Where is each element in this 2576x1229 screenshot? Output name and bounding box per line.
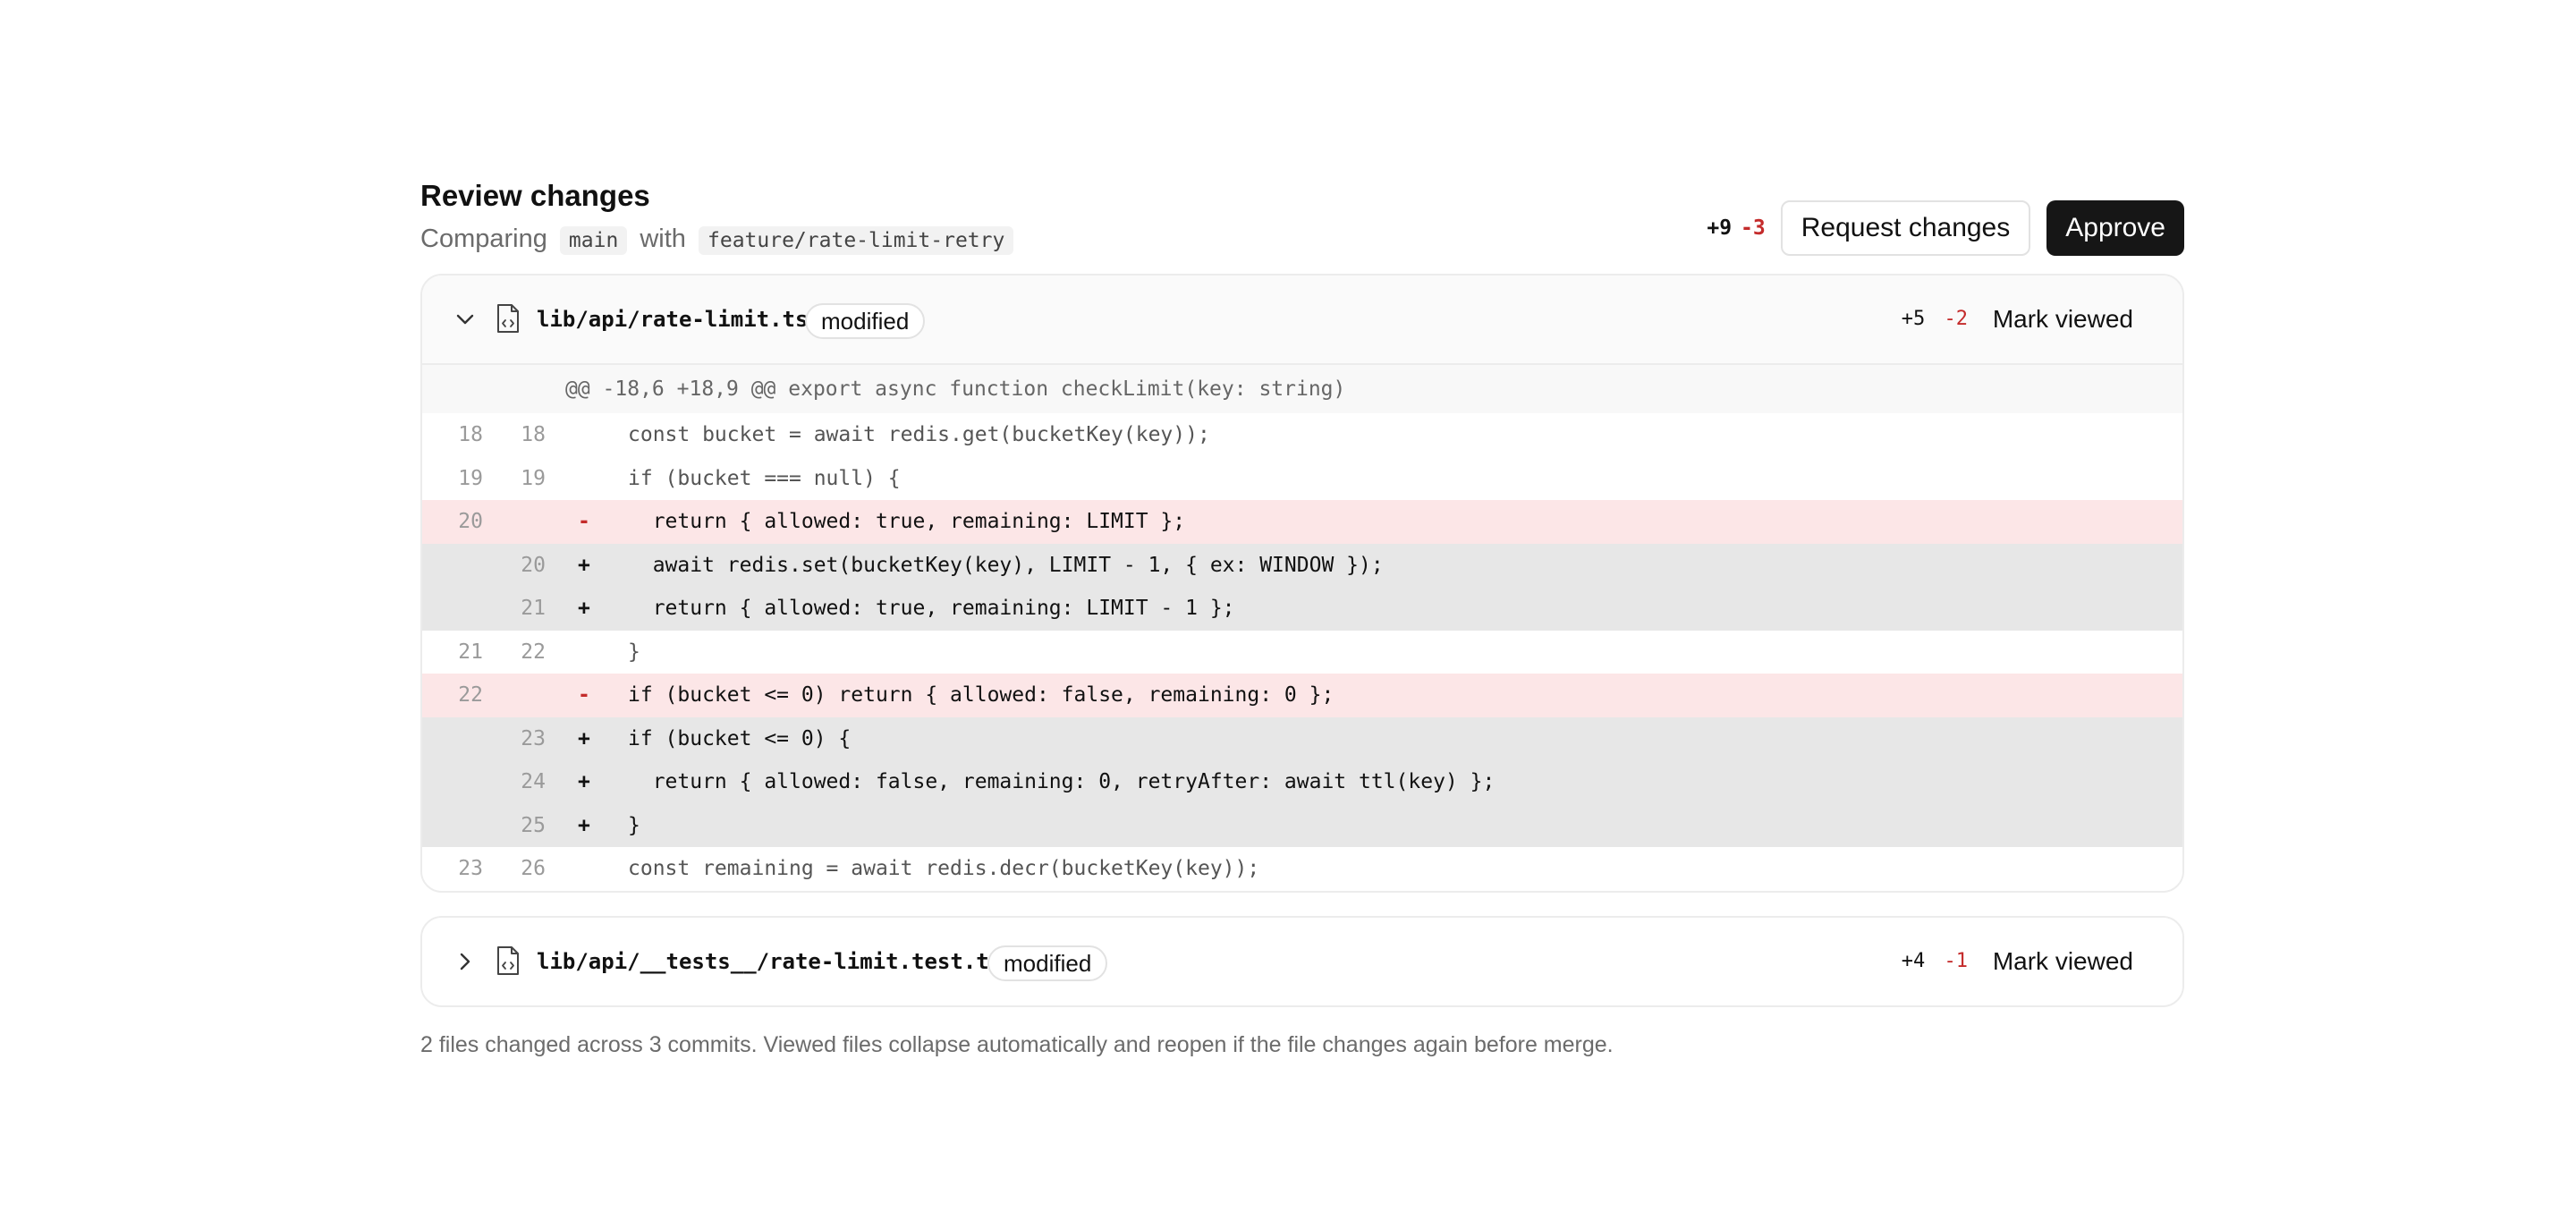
approve-button[interactable]: Approve — [2046, 200, 2184, 256]
new-line-number: 22 — [521, 640, 546, 664]
code-line: if (bucket <= 0) return { allowed: false… — [628, 683, 1335, 707]
file-deletions: -2 — [1944, 308, 1969, 330]
review-footer-note: 2 files changed across 3 commits. Viewed… — [420, 1031, 1614, 1057]
code-file-icon — [497, 945, 519, 975]
new-line-number: 26 — [521, 857, 546, 880]
file-additions: +4 — [1901, 949, 1926, 972]
deleted-line: 22 - if (bucket <= 0) return { allowed: fa… — [422, 674, 2182, 717]
file-status-badge: modified — [987, 945, 1108, 981]
code-line: return { allowed: true, remaining: LIMIT… — [628, 510, 1186, 533]
old-line-number: 21 — [458, 640, 483, 664]
total-diff-stat: +9 -3 — [1707, 216, 1765, 240]
diff-sign: + — [578, 770, 590, 793]
file-path[interactable]: lib/api/rate-limit.ts — [537, 275, 808, 363]
new-line-number: 23 — [521, 726, 546, 750]
file-status-badge: modified — [805, 303, 926, 339]
new-line-number: 24 — [521, 770, 546, 793]
compare-summary: Comparing main with feature/rate-limit-r… — [420, 220, 1019, 259]
code-line: return { allowed: false, remaining: 0, r… — [628, 770, 1496, 793]
mark-viewed-button[interactable]: Mark viewed — [1993, 275, 2133, 363]
file-card: lib/api/rate-limit.ts modified +5 -2 Mar… — [420, 274, 2184, 893]
code-line: return { allowed: true, remaining: LIMIT… — [628, 597, 1235, 620]
new-line-number: 19 — [521, 466, 546, 490]
review-panel: Review changes Comparing main with featu… — [420, 175, 2184, 1061]
added-line: 24 + return { allowed: false, remaining: … — [422, 760, 2182, 804]
diff-sign: + — [578, 553, 590, 577]
file-diff-stat: +5 -2 — [1902, 275, 1968, 363]
new-line-number: 25 — [521, 813, 546, 837]
code-line: if (bucket === null) { — [628, 466, 901, 490]
deleted-line: 20 - return { allowed: true, remaining: L… — [422, 500, 2182, 544]
context-line: 21 22} — [422, 630, 2182, 674]
page-title: Review changes — [420, 179, 650, 212]
diff-sign: - — [578, 683, 590, 707]
chevron-down-icon[interactable] — [454, 309, 476, 330]
new-line-number: 18 — [521, 423, 546, 446]
added-line: 23 + if (bucket <= 0) { — [422, 716, 2182, 760]
old-line-number: 22 — [458, 683, 483, 707]
compare-prefix: Comparing — [420, 225, 547, 253]
code-line: } — [628, 813, 640, 837]
context-line: 23 26 const remaining = await redis.decr(b… — [422, 847, 2182, 891]
code-line: if (bucket <= 0) { — [628, 726, 852, 750]
diff-sign: - — [578, 510, 590, 533]
review-header: Review changes Comparing main with featu… — [420, 175, 2184, 274]
diff-sign: + — [578, 597, 590, 620]
new-line-number: 20 — [521, 553, 546, 577]
old-line-number: 19 — [458, 466, 483, 490]
chevron-right-icon[interactable] — [454, 951, 476, 972]
code-line: } — [628, 640, 640, 664]
added-line: 21 + return { allowed: true, remaining: L… — [422, 587, 2182, 631]
old-line-number: 20 — [458, 510, 483, 533]
added-line: 20 + await redis.set(bucketKey(key), LIMI… — [422, 543, 2182, 587]
mark-viewed-button[interactable]: Mark viewed — [1993, 918, 2133, 1005]
file-header[interactable]: lib/api/rate-limit.ts modified +5 -2 Mar… — [422, 275, 2182, 365]
file-card: lib/api/__tests__/rate-limit.test.ts mod… — [420, 915, 2184, 1007]
diff-sign: + — [578, 726, 590, 750]
file-deletions: -1 — [1944, 949, 1969, 972]
hunk-header: @@ -18,6 +18,9 @@ export async function … — [422, 365, 2182, 413]
total-additions: +9 — [1707, 216, 1733, 240]
total-deletions: -3 — [1741, 216, 1766, 240]
base-branch: main — [559, 226, 628, 255]
code-line: await redis.set(bucketKey(key), LIMIT - … — [628, 553, 1384, 577]
old-line-number: 23 — [458, 857, 483, 880]
old-line-number: 18 — [458, 423, 483, 446]
added-line: 25 +} — [422, 803, 2182, 847]
diff-lines: 18 18 const bucket = await redis.get(bucke… — [422, 413, 2182, 891]
code-line: const remaining = await redis.decr(bucke… — [628, 857, 1260, 880]
file-header[interactable]: lib/api/__tests__/rate-limit.test.ts mod… — [422, 917, 2182, 1005]
code-file-icon — [497, 304, 519, 333]
request-changes-button[interactable]: Request changes — [1780, 200, 2031, 256]
diff-sign: + — [578, 813, 590, 837]
context-line: 18 18 const bucket = await redis.get(bucke… — [422, 413, 2182, 457]
code-line: const bucket = await redis.get(bucketKey… — [628, 423, 1210, 446]
file-diff-stat: +4 -1 — [1902, 918, 1968, 1005]
review-actions: +9 -3 Request changes Approve — [1707, 200, 2184, 256]
context-line: 19 19 if (bucket === null) { — [422, 456, 2182, 500]
file-additions: +5 — [1901, 308, 1926, 330]
new-line-number: 21 — [521, 597, 546, 620]
head-branch: feature/rate-limit-retry — [699, 226, 1014, 255]
compare-with: with — [640, 225, 686, 253]
file-path[interactable]: lib/api/__tests__/rate-limit.test.ts — [537, 918, 1002, 1005]
